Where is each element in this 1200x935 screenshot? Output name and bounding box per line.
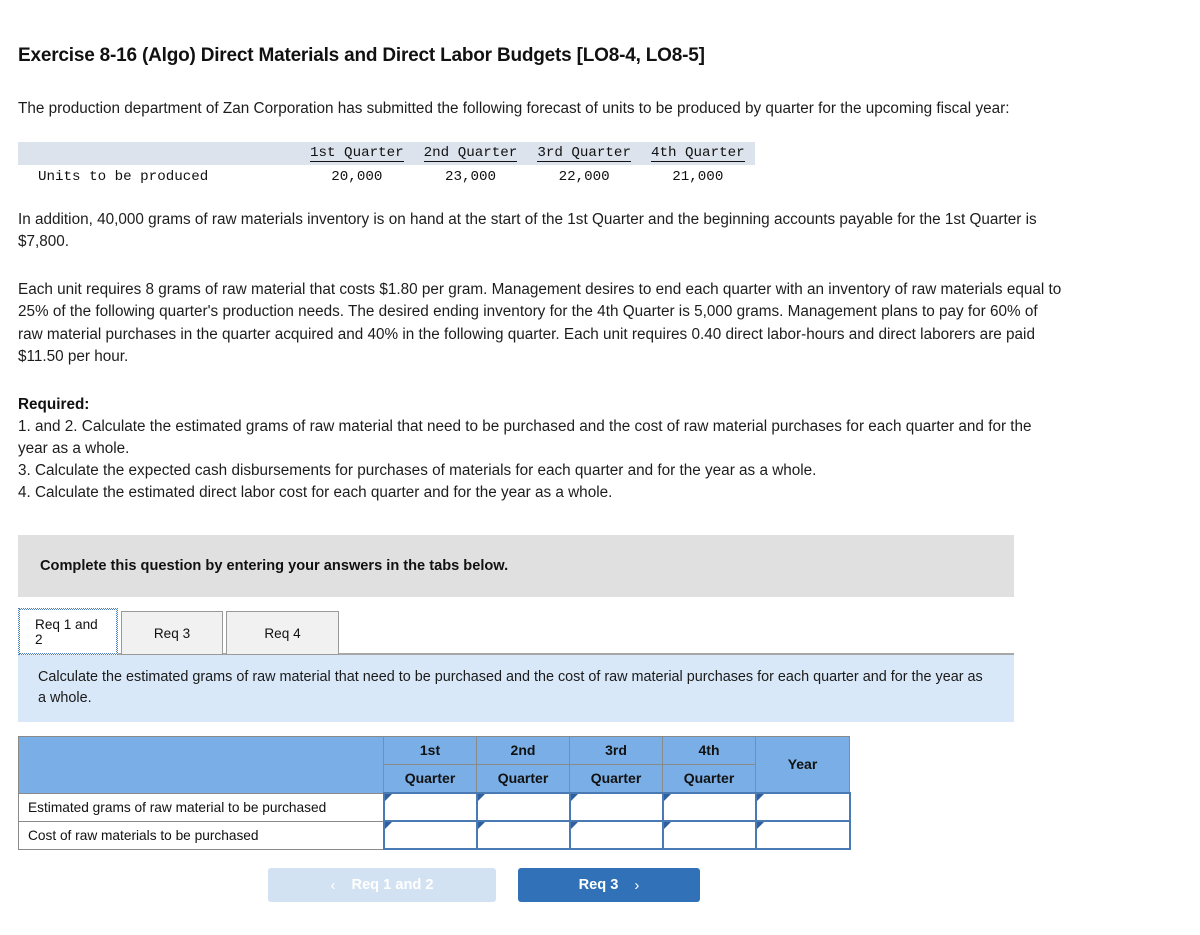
answer-cell-cost-q4[interactable] [661,820,757,851]
cell-flag-icon [384,822,392,830]
tab-req-3-label: Req 3 [153,625,191,641]
cell-flag-icon [384,794,392,802]
answer-header-q2-top: 2nd [476,736,570,766]
exercise-page: Exercise 8-16 (Algo) Direct Materials an… [0,44,1200,903]
tab-req-4-label: Req 4 [264,625,301,641]
forecast-header-q1-label: 1st Quarter [310,144,404,162]
table-row: Cost of raw materials to be purchased [18,820,851,851]
cell-flag-icon [477,822,485,830]
page-title: Exercise 8-16 (Algo) Direct Materials an… [18,45,705,66]
table-row: Estimated grams of raw material to be pu… [18,792,851,823]
navigation-buttons: ‹ Req 1 and 2 Req 3 › [18,868,1182,903]
forecast-row-label: Units to be produced [38,168,209,185]
production-forecast-table: 1st Quarter 2nd Quarter 3rd Quarter 4th … [18,141,755,187]
next-req-button[interactable]: Req 3 › [518,868,700,903]
answer-cell-cost-q1[interactable] [382,820,478,851]
instruction-banner-text: Complete this question by entering your … [40,558,509,575]
tab-req-3[interactable]: Req 3 [121,611,223,656]
forecast-header-q3: 3rd Quarter [527,141,641,165]
cell-flag-icon [477,794,485,802]
forecast-header-blank [18,141,300,165]
answer-cell-grams-year[interactable] [754,792,851,823]
answer-header-corner [18,736,384,794]
forecast-header-row: 1st Quarter 2nd Quarter 3rd Quarter 4th … [18,141,755,165]
cell-flag-icon [663,794,671,802]
answer-input-grams-year[interactable] [756,794,849,821]
answer-input-cost-q1[interactable] [384,822,476,849]
cell-flag-icon [570,794,578,802]
answer-input-cost-q2[interactable] [477,822,569,849]
forecast-header-q1: 1st Quarter [300,141,414,165]
answer-header-q1-top: 1st [383,736,477,766]
chevron-left-icon: ‹ [330,876,336,894]
required-item-3: 4. Calculate the estimated direct labor … [18,484,613,502]
answer-cell-grams-q4[interactable] [661,792,757,823]
forecast-value-q4: 21,000 [672,168,724,185]
tab-strip: Req 1 and 2 Req 3 Req 4 [18,607,1014,656]
table-row: Units to be produced 20,000 23,000 22,00… [18,165,755,187]
prev-req-button[interactable]: ‹ Req 1 and 2 [268,868,496,903]
answer-header-q1-bottom: Quarter [383,764,477,794]
answer-header-q3-bottom: Quarter [569,764,663,794]
forecast-header-q2-label: 2nd Quarter [423,144,518,162]
answer-cell-grams-q2[interactable] [475,792,571,823]
forecast-value-q2: 23,000 [444,168,497,185]
answer-input-grams-q2[interactable] [477,794,569,821]
required-section: Required: 1. and 2. Calculate the estima… [18,394,1182,504]
intro-paragraph-3: Each unit requires 8 grams of raw materi… [18,281,1062,365]
forecast-table-wrapper: 1st Quarter 2nd Quarter 3rd Quarter 4th … [18,141,1182,187]
answer-input-cost-year[interactable] [756,822,849,849]
answer-header-q4-top: 4th [662,736,756,766]
intro-paragraph-1: The production department of Zan Corpora… [18,99,1010,117]
required-heading: Required: [18,395,90,413]
answer-row-label-cost: Cost of raw materials to be purchased [18,820,384,850]
required-item-1: 1. and 2. Calculate the estimated grams … [18,417,1032,457]
answer-input-grams-q3[interactable] [570,794,662,821]
cell-flag-icon [756,822,764,830]
tab-instruction-text: Calculate the estimated grams of raw mat… [38,669,983,706]
answer-cell-grams-q1[interactable] [382,792,478,823]
answer-header-row-top: 1st 2nd 3rd 4th Year [18,736,850,794]
tab-req-1-and-2-label: Req 1 and 2 [35,616,98,647]
answer-table: 1st 2nd 3rd 4th Year Quarter Quarter Qua… [18,736,851,851]
answer-header-q3-top: 3rd [569,736,663,766]
tab-req-1-and-2[interactable]: Req 1 and 2 [18,608,118,656]
answer-header-year: Year [755,736,850,794]
answer-cell-grams-q3[interactable] [568,792,664,823]
forecast-header-q4-label: 4th Quarter [650,144,745,162]
cell-flag-icon [663,822,671,830]
intro-paragraph-2: In addition, 40,000 grams of raw materia… [18,210,1037,251]
forecast-header-q2: 2nd Quarter [413,141,528,165]
answer-cell-cost-q2[interactable] [475,820,571,851]
cell-flag-icon [756,794,764,802]
answer-input-cost-q3[interactable] [570,822,662,849]
forecast-header-q4: 4th Quarter [640,141,755,165]
answer-row-label-grams: Estimated grams of raw material to be pu… [18,792,384,822]
cell-flag-icon [570,822,578,830]
chevron-right-icon: › [634,876,640,894]
forecast-value-q3: 22,000 [558,168,610,185]
tab-req-4[interactable]: Req 4 [226,611,339,656]
answer-table-wrapper: 1st 2nd 3rd 4th Year Quarter Quarter Qua… [18,736,1182,851]
required-item-2: 3. Calculate the expected cash disbursem… [18,462,817,480]
answer-header-q2-bottom: Quarter [476,764,570,794]
answer-cell-cost-q3[interactable] [568,820,664,851]
instruction-banner: Complete this question by entering your … [18,535,1014,598]
forecast-value-q1: 20,000 [331,168,383,185]
answer-cell-cost-year[interactable] [754,820,851,851]
answer-input-grams-q1[interactable] [384,794,476,821]
answer-header-q4-bottom: Quarter [662,764,756,794]
answer-input-cost-q4[interactable] [663,822,755,849]
answer-input-grams-q4[interactable] [663,794,755,821]
forecast-header-q3-label: 3rd Quarter [537,144,631,162]
tab-instruction-panel: Calculate the estimated grams of raw mat… [18,655,1014,723]
